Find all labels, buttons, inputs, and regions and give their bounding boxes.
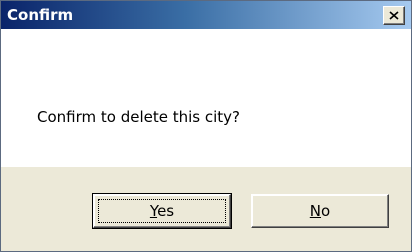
no-button-label: No xyxy=(310,202,330,220)
title-bar[interactable]: Confirm xyxy=(1,1,411,29)
no-button[interactable]: No xyxy=(251,194,389,228)
close-icon xyxy=(389,11,399,20)
no-label-rest: o xyxy=(321,202,331,220)
confirm-dialog: Confirm Confirm to delete this city? Yes… xyxy=(0,0,412,252)
yes-button[interactable]: Yes xyxy=(92,193,232,229)
confirm-message: Confirm to delete this city? xyxy=(37,108,241,126)
dialog-content: Confirm to delete this city? xyxy=(1,29,411,167)
button-bar: Yes No xyxy=(1,167,411,251)
close-button[interactable] xyxy=(383,6,405,25)
yes-label-rest: es xyxy=(157,202,175,220)
no-mnemonic: N xyxy=(309,202,322,220)
yes-mnemonic: Y xyxy=(149,202,158,220)
yes-button-label: Yes xyxy=(150,202,174,220)
dialog-title: Confirm xyxy=(7,6,74,24)
